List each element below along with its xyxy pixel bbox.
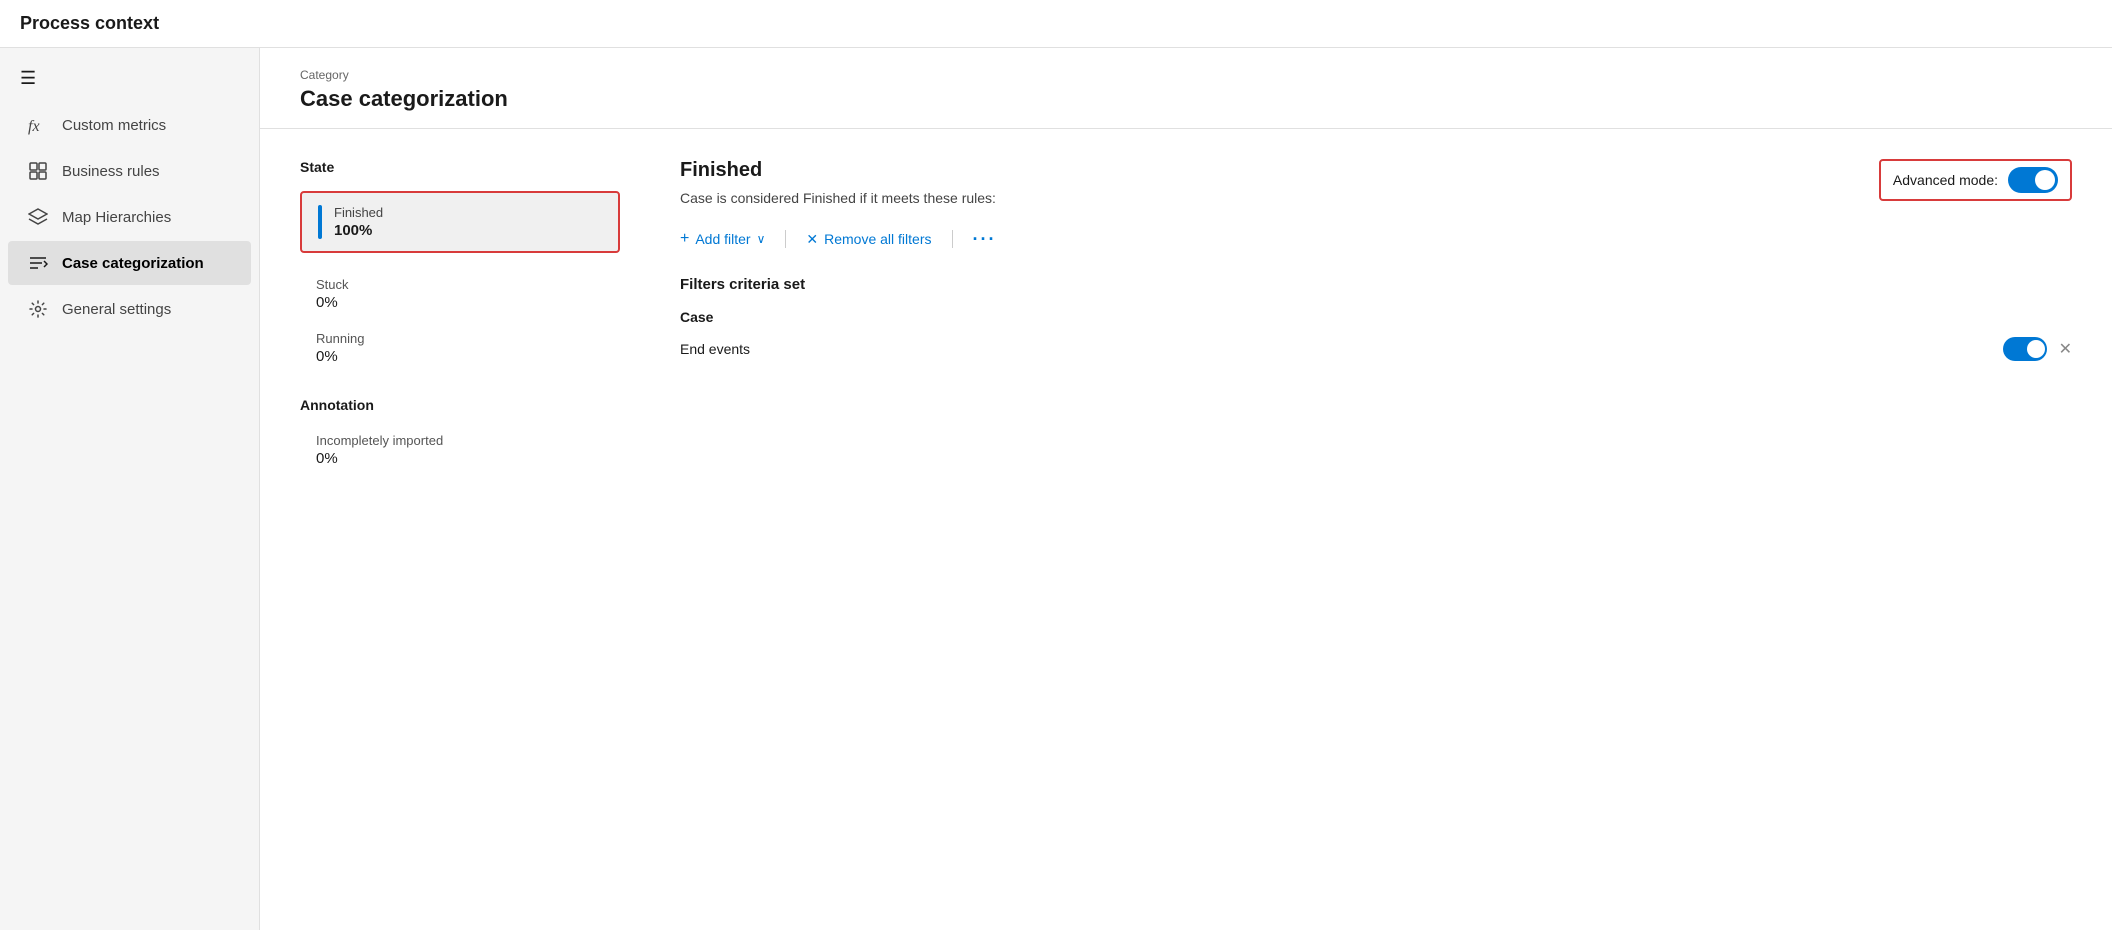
advanced-mode-toggle-thumb <box>2035 170 2055 190</box>
app-title: Process context <box>20 13 159 34</box>
x-remove-icon: ✕ <box>2059 339 2072 359</box>
main-content: Category Case categorization State Finis… <box>260 48 2112 930</box>
filter-divider <box>785 230 786 248</box>
state-stuck-name: Stuck <box>316 277 604 292</box>
right-panel-header: Finished Case is considered Finished if … <box>680 159 996 226</box>
annotation-item-name: Incompletely imported <box>316 433 604 448</box>
remove-all-filters-label: Remove all filters <box>824 231 931 247</box>
content-area: State Finished 100% Stuck 0% Running <box>260 129 2112 505</box>
end-events-controls: ✕ <box>2003 337 2072 361</box>
plus-icon: + <box>680 230 689 248</box>
svg-text:fx: fx <box>28 118 40 135</box>
add-filter-label: Add filter <box>695 231 750 247</box>
sidebar-item-business-rules[interactable]: Business rules <box>8 149 251 193</box>
annotation-label: Annotation <box>300 397 620 413</box>
remove-end-events-filter-button[interactable]: ✕ <box>2059 339 2072 359</box>
state-stuck-item[interactable]: Stuck 0% <box>300 269 620 319</box>
end-events-toggle-thumb <box>2027 340 2045 358</box>
filter-toolbar: + Add filter ∨ ✕ Remove all filters ··· <box>680 226 2072 252</box>
page-header: Category Case categorization <box>260 48 2112 129</box>
remove-all-filters-button[interactable]: ✕ Remove all filters <box>806 227 931 252</box>
sidebar-item-business-rules-label: Business rules <box>62 163 160 180</box>
left-panel: State Finished 100% Stuck 0% Running <box>300 159 620 475</box>
state-finished-card[interactable]: Finished 100% <box>300 191 620 253</box>
annotation-item-pct: 0% <box>316 450 604 467</box>
sidebar-item-custom-metrics-label: Custom metrics <box>62 117 166 134</box>
page-title: Case categorization <box>300 86 2072 112</box>
advanced-mode-toggle[interactable] <box>2008 167 2058 193</box>
sidebar-item-case-categorization-label: Case categorization <box>62 255 204 272</box>
x-icon: ✕ <box>806 231 818 248</box>
right-panel-top: Finished Case is considered Finished if … <box>680 159 2072 226</box>
layers-icon <box>28 207 48 227</box>
sort-icon <box>28 253 48 273</box>
state-running-item[interactable]: Running 0% <box>300 323 620 373</box>
state-card-content: Finished 100% <box>334 205 383 239</box>
state-finished-name: Finished <box>334 205 383 220</box>
annotation-section: Annotation Incompletely imported 0% <box>300 397 620 475</box>
add-filter-button[interactable]: + Add filter ∨ <box>680 226 765 252</box>
sidebar-item-map-hierarchies[interactable]: Map Hierarchies <box>8 195 251 239</box>
chevron-down-icon: ∨ <box>757 232 766 246</box>
state-running-name: Running <box>316 331 604 346</box>
filters-criteria-set-title: Filters criteria set <box>680 276 2072 293</box>
state-running-pct: 0% <box>316 348 604 365</box>
case-label: Case <box>680 309 2072 325</box>
filter-divider-2 <box>952 230 953 248</box>
sidebar-item-custom-metrics[interactable]: fx Custom metrics <box>8 103 251 147</box>
annotation-item: Incompletely imported 0% <box>300 425 620 475</box>
sidebar-item-case-categorization[interactable]: Case categorization <box>8 241 251 285</box>
fx-icon: fx <box>28 115 48 135</box>
state-finished-pct: 100% <box>334 222 383 239</box>
sidebar-item-general-settings[interactable]: General settings <box>8 287 251 331</box>
more-options-button[interactable]: ··· <box>973 229 997 250</box>
page-category: Category <box>300 68 2072 82</box>
right-title: Finished <box>680 159 996 182</box>
sidebar-item-general-settings-label: General settings <box>62 301 171 318</box>
state-card-bar <box>318 205 322 239</box>
state-label: State <box>300 159 620 175</box>
sidebar-item-map-hierarchies-label: Map Hierarchies <box>62 209 171 226</box>
layout: ☰ fx Custom metrics Business rules <box>0 48 2112 930</box>
app-header: Process context <box>0 0 2112 48</box>
right-description: Case is considered Finished if it meets … <box>680 190 996 206</box>
end-events-label: End events <box>680 341 750 357</box>
right-panel: Finished Case is considered Finished if … <box>680 159 2072 475</box>
sidebar: ☰ fx Custom metrics Business rules <box>0 48 260 930</box>
gear-icon <box>28 299 48 319</box>
advanced-mode-box: Advanced mode: <box>1879 159 2072 201</box>
end-events-filter-row: End events ✕ <box>680 337 2072 361</box>
advanced-mode-label: Advanced mode: <box>1893 172 1998 188</box>
grid-icon <box>28 161 48 181</box>
menu-icon[interactable]: ☰ <box>0 56 259 101</box>
state-stuck-pct: 0% <box>316 294 604 311</box>
end-events-toggle[interactable] <box>2003 337 2047 361</box>
